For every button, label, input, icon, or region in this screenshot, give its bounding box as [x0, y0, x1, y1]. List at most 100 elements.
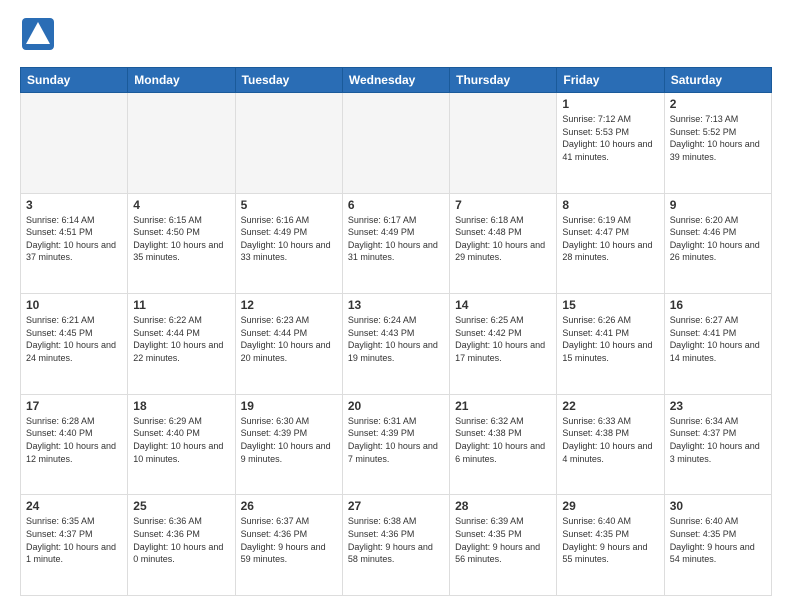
calendar-cell [21, 93, 128, 194]
calendar-cell: 29 Sunrise: 6:40 AM Sunset: 4:35 PM Dayli… [557, 495, 664, 596]
day-info: Sunrise: 6:15 AM Sunset: 4:50 PM Dayligh… [133, 214, 229, 264]
day-number: 22 [562, 399, 658, 413]
day-number: 8 [562, 198, 658, 212]
week-row-4: 24 Sunrise: 6:35 AM Sunset: 4:37 PM Dayli… [21, 495, 772, 596]
day-number: 29 [562, 499, 658, 513]
calendar-cell: 25 Sunrise: 6:36 AM Sunset: 4:36 PM Dayli… [128, 495, 235, 596]
week-row-0: 1 Sunrise: 7:12 AM Sunset: 5:53 PM Daylig… [21, 93, 772, 194]
day-number: 20 [348, 399, 444, 413]
calendar-cell: 26Sunrise: 6:37 AM Sunset: 4:36 PM Dayli… [235, 495, 342, 596]
calendar-cell: 10 Sunrise: 6:21 AM Sunset: 4:45 PM Dayli… [21, 294, 128, 395]
day-info: Sunrise: 6:40 AM Sunset: 4:35 PM Dayligh… [670, 515, 766, 565]
day-info: Sunrise: 6:36 AM Sunset: 4:36 PM Dayligh… [133, 515, 229, 565]
day-info: Sunrise: 6:27 AM Sunset: 4:41 PM Dayligh… [670, 314, 766, 364]
day-info: Sunrise: 6:38 AM Sunset: 4:36 PM Dayligh… [348, 515, 444, 565]
day-number: 1 [562, 97, 658, 111]
calendar-cell [235, 93, 342, 194]
day-number: 27 [348, 499, 444, 513]
day-number: 25 [133, 499, 229, 513]
day-info: Sunrise: 7:12 AM Sunset: 5:53 PM Dayligh… [562, 113, 658, 163]
day-info: Sunrise: 6:26 AM Sunset: 4:41 PM Dayligh… [562, 314, 658, 364]
week-row-1: 3 Sunrise: 6:14 AM Sunset: 4:51 PM Daylig… [21, 193, 772, 294]
calendar-cell: 3 Sunrise: 6:14 AM Sunset: 4:51 PM Daylig… [21, 193, 128, 294]
weekday-header-tuesday: Tuesday [235, 68, 342, 93]
day-number: 11 [133, 298, 229, 312]
day-number: 4 [133, 198, 229, 212]
calendar-cell: 21 Sunrise: 6:32 AM Sunset: 4:38 PM Dayli… [450, 394, 557, 495]
calendar-cell: 7 Sunrise: 6:18 AM Sunset: 4:48 PM Daylig… [450, 193, 557, 294]
weekday-header-friday: Friday [557, 68, 664, 93]
calendar-cell: 8 Sunrise: 6:19 AM Sunset: 4:47 PM Daylig… [557, 193, 664, 294]
day-number: 10 [26, 298, 122, 312]
calendar-cell: 11 Sunrise: 6:22 AM Sunset: 4:44 PM Dayli… [128, 294, 235, 395]
day-info: Sunrise: 6:34 AM Sunset: 4:37 PM Dayligh… [670, 415, 766, 465]
week-row-3: 17Sunrise: 6:28 AM Sunset: 4:40 PM Dayli… [21, 394, 772, 495]
calendar-cell: 2 Sunrise: 7:13 AM Sunset: 5:52 PM Daylig… [664, 93, 771, 194]
calendar-cell: 16 Sunrise: 6:27 AM Sunset: 4:41 PM Dayli… [664, 294, 771, 395]
day-info: Sunrise: 7:13 AM Sunset: 5:52 PM Dayligh… [670, 113, 766, 163]
day-number: 2 [670, 97, 766, 111]
calendar-cell: 12 Sunrise: 6:23 AM Sunset: 4:44 PM Dayli… [235, 294, 342, 395]
day-info: Sunrise: 6:40 AM Sunset: 4:35 PM Dayligh… [562, 515, 658, 565]
page: SundayMondayTuesdayWednesdayThursdayFrid… [0, 0, 792, 612]
day-number: 21 [455, 399, 551, 413]
day-info: Sunrise: 6:25 AM Sunset: 4:42 PM Dayligh… [455, 314, 551, 364]
day-info: Sunrise: 6:35 AM Sunset: 4:37 PM Dayligh… [26, 515, 122, 565]
day-info: Sunrise: 6:14 AM Sunset: 4:51 PM Dayligh… [26, 214, 122, 264]
calendar-table: SundayMondayTuesdayWednesdayThursdayFrid… [20, 67, 772, 596]
weekday-header-sunday: Sunday [21, 68, 128, 93]
day-number: 28 [455, 499, 551, 513]
calendar-cell: 24 Sunrise: 6:35 AM Sunset: 4:37 PM Dayli… [21, 495, 128, 596]
day-number: 9 [670, 198, 766, 212]
day-number: 16 [670, 298, 766, 312]
day-number: 12 [241, 298, 337, 312]
day-info: Sunrise: 6:22 AM Sunset: 4:44 PM Dayligh… [133, 314, 229, 364]
day-number: 13 [348, 298, 444, 312]
day-info: Sunrise: 6:32 AM Sunset: 4:38 PM Dayligh… [455, 415, 551, 465]
weekday-header-saturday: Saturday [664, 68, 771, 93]
day-info: Sunrise: 6:20 AM Sunset: 4:46 PM Dayligh… [670, 214, 766, 264]
day-number: 5 [241, 198, 337, 212]
calendar-cell: 6 Sunrise: 6:17 AM Sunset: 4:49 PM Daylig… [342, 193, 449, 294]
day-number: 19 [241, 399, 337, 413]
weekday-header-thursday: Thursday [450, 68, 557, 93]
day-info: Sunrise: 6:23 AM Sunset: 4:44 PM Dayligh… [241, 314, 337, 364]
day-info: Sunrise: 6:29 AM Sunset: 4:40 PM Dayligh… [133, 415, 229, 465]
day-info: Sunrise: 6:24 AM Sunset: 4:43 PM Dayligh… [348, 314, 444, 364]
calendar-cell: 4 Sunrise: 6:15 AM Sunset: 4:50 PM Daylig… [128, 193, 235, 294]
week-row-2: 10 Sunrise: 6:21 AM Sunset: 4:45 PM Dayli… [21, 294, 772, 395]
day-number: 3 [26, 198, 122, 212]
calendar-cell [342, 93, 449, 194]
calendar-cell: 28Sunrise: 6:39 AM Sunset: 4:35 PM Dayli… [450, 495, 557, 596]
weekday-header-row: SundayMondayTuesdayWednesdayThursdayFrid… [21, 68, 772, 93]
logo-icon [20, 16, 56, 57]
day-info: Sunrise: 6:18 AM Sunset: 4:48 PM Dayligh… [455, 214, 551, 264]
day-number: 17 [26, 399, 122, 413]
day-number: 7 [455, 198, 551, 212]
calendar-cell: 27 Sunrise: 6:38 AM Sunset: 4:36 PM Dayli… [342, 495, 449, 596]
logo [20, 16, 60, 57]
calendar-cell: 13 Sunrise: 6:24 AM Sunset: 4:43 PM Dayli… [342, 294, 449, 395]
day-info: Sunrise: 6:21 AM Sunset: 4:45 PM Dayligh… [26, 314, 122, 364]
day-info: Sunrise: 6:16 AM Sunset: 4:49 PM Dayligh… [241, 214, 337, 264]
day-number: 15 [562, 298, 658, 312]
day-info: Sunrise: 6:19 AM Sunset: 4:47 PM Dayligh… [562, 214, 658, 264]
day-info: Sunrise: 6:17 AM Sunset: 4:49 PM Dayligh… [348, 214, 444, 264]
day-number: 14 [455, 298, 551, 312]
day-info: Sunrise: 6:30 AM Sunset: 4:39 PM Dayligh… [241, 415, 337, 465]
calendar-cell: 20Sunrise: 6:31 AM Sunset: 4:39 PM Dayli… [342, 394, 449, 495]
day-info: Sunrise: 6:33 AM Sunset: 4:38 PM Dayligh… [562, 415, 658, 465]
calendar-cell: 14 Sunrise: 6:25 AM Sunset: 4:42 PM Dayli… [450, 294, 557, 395]
day-number: 18 [133, 399, 229, 413]
calendar-cell: 30Sunrise: 6:40 AM Sunset: 4:35 PM Dayli… [664, 495, 771, 596]
header [20, 16, 772, 57]
calendar-cell: 23Sunrise: 6:34 AM Sunset: 4:37 PM Dayli… [664, 394, 771, 495]
calendar-cell: 19 Sunrise: 6:30 AM Sunset: 4:39 PM Dayli… [235, 394, 342, 495]
calendar-cell: 18 Sunrise: 6:29 AM Sunset: 4:40 PM Dayli… [128, 394, 235, 495]
calendar-cell: 17Sunrise: 6:28 AM Sunset: 4:40 PM Dayli… [21, 394, 128, 495]
weekday-header-wednesday: Wednesday [342, 68, 449, 93]
day-info: Sunrise: 6:37 AM Sunset: 4:36 PM Dayligh… [241, 515, 337, 565]
calendar-cell: 22 Sunrise: 6:33 AM Sunset: 4:38 PM Dayli… [557, 394, 664, 495]
day-number: 24 [26, 499, 122, 513]
day-number: 6 [348, 198, 444, 212]
